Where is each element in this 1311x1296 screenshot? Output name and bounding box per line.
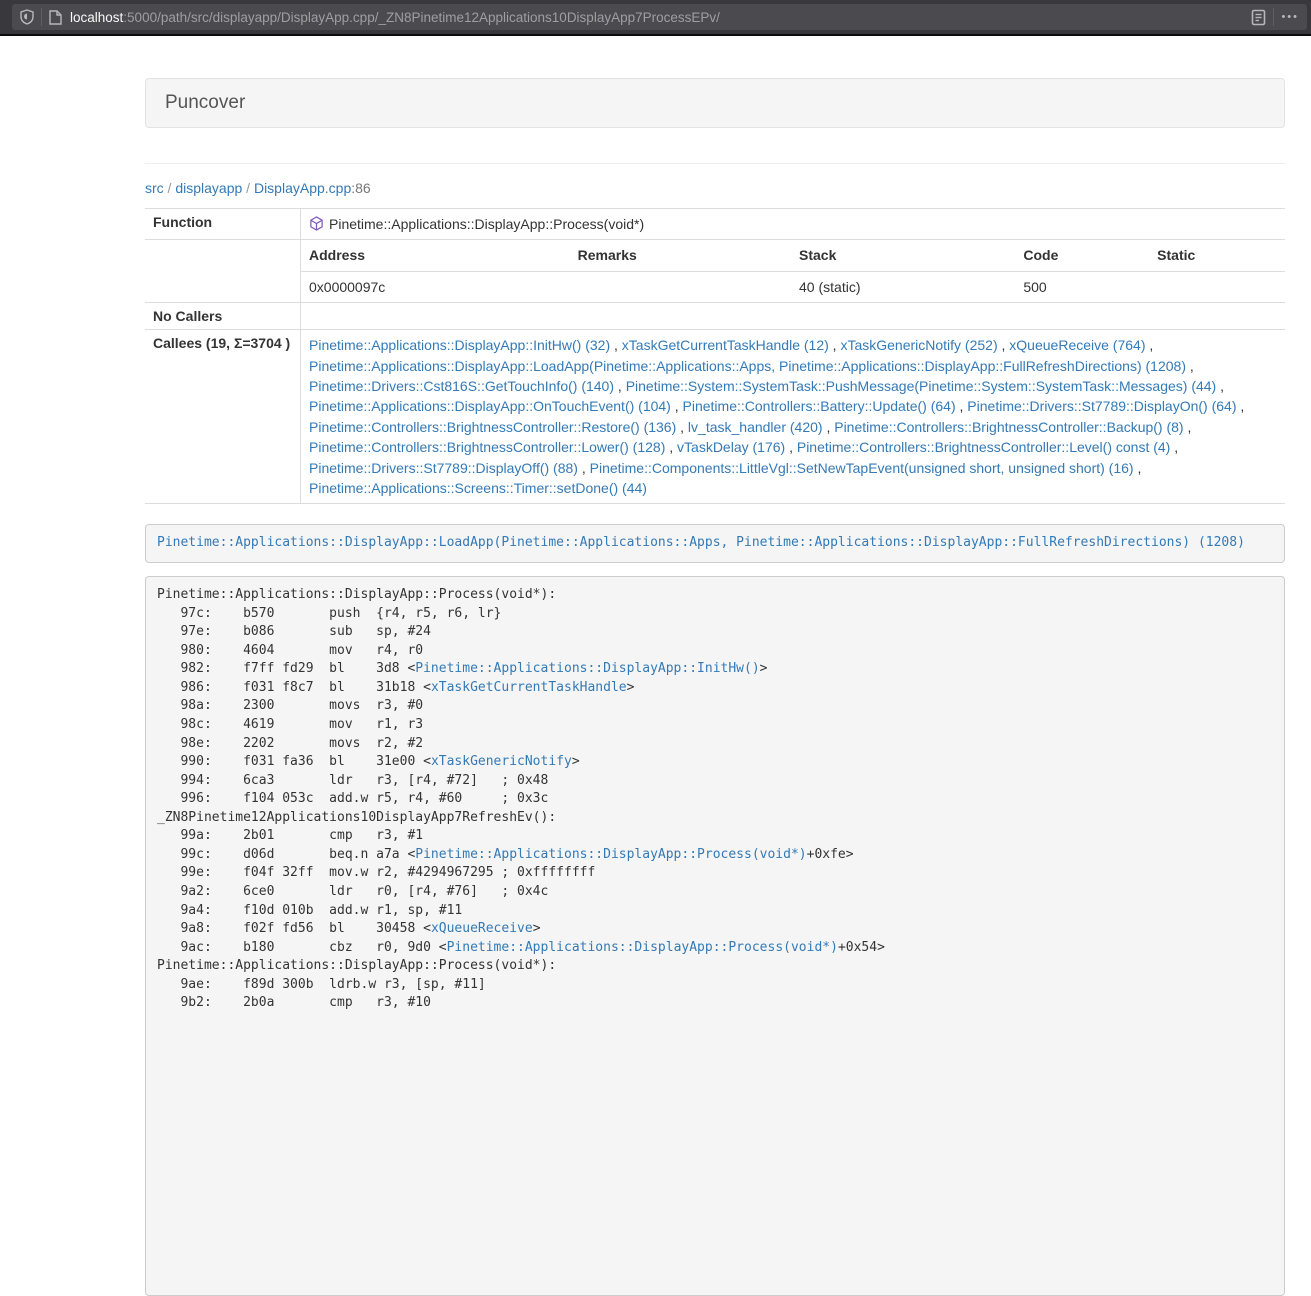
horizontal-divider [145, 163, 1285, 164]
url-bar-divider [41, 8, 42, 26]
breadcrumb-separator: / [242, 180, 254, 196]
stats-value-static [1149, 271, 1285, 302]
package-icon [309, 216, 324, 231]
stats-value-stack: 40 (static) [791, 271, 1015, 302]
callee-separator: , [676, 419, 688, 435]
callee-separator: , [785, 439, 797, 455]
callee-link[interactable]: Pinetime::Controllers::Battery::Update()… [683, 398, 956, 414]
callee-link[interactable]: Pinetime::Drivers::St7789::DisplayOn() (… [967, 398, 1236, 414]
callee-link[interactable]: vTaskDelay (176) [677, 439, 785, 455]
callee-link[interactable]: Pinetime::Controllers::BrightnessControl… [797, 439, 1170, 455]
callee-separator: , [671, 398, 683, 414]
page-title: Puncover [165, 92, 245, 113]
stats-header-remarks: Remarks [570, 240, 791, 271]
callee-separator: , [829, 337, 841, 353]
url-text[interactable]: localhost:5000/path/src/displayapp/Displ… [70, 10, 1251, 25]
url-bar[interactable]: localhost:5000/path/src/displayapp/Displ… [12, 4, 1307, 30]
app-title-panel: Puncover [145, 78, 1285, 128]
page-actions-icon[interactable]: ••• [1281, 11, 1299, 23]
callee-link[interactable]: Pinetime::Applications::DisplayApp::Load… [309, 358, 1186, 374]
callee-separator: , [614, 378, 626, 394]
callee-separator: , [578, 460, 590, 476]
callee-separator: , [610, 337, 622, 353]
stats-value-code: 500 [1015, 271, 1149, 302]
callee-link[interactable]: Pinetime::Applications::DisplayApp::Init… [309, 337, 610, 353]
callee-separator: , [1237, 398, 1245, 414]
shield-icon[interactable] [20, 9, 34, 25]
table-row: Function Pinetime::Applications::Display… [145, 209, 1285, 240]
line-number-suffix: :86 [351, 180, 370, 196]
table-row: Callees (19, Σ=3704 ) Pinetime::Applicat… [145, 330, 1285, 504]
callee-separator: , [956, 398, 968, 414]
empty-label-cell [145, 240, 301, 303]
symbol-link[interactable]: Pinetime::Applications::DisplayApp::Init… [415, 661, 759, 676]
highlighted-symbol-link[interactable]: Pinetime::Applications::DisplayApp::Load… [157, 535, 1245, 550]
callee-link[interactable]: xTaskGenericNotify (252) [840, 337, 997, 353]
stats-value-address: 0x0000097c [301, 271, 570, 302]
breadcrumb-separator: / [164, 180, 176, 196]
url-path[interactable]: :5000/path/src/displayapp/DisplayApp.cpp… [123, 10, 720, 25]
callee-link[interactable]: Pinetime::Components::LittleVgl::SetNewT… [590, 460, 1134, 476]
stats-header-address: Address [301, 240, 570, 271]
symbol-link[interactable]: Pinetime::Applications::DisplayApp::Proc… [415, 847, 806, 862]
breadcrumb: src / displayapp / DisplayApp.cpp:86 [145, 178, 1285, 198]
callee-separator: , [1184, 419, 1192, 435]
page-content: Puncover src / displayapp / DisplayApp.c… [145, 78, 1285, 1296]
callees-label: Callees (19, Σ=3704 ) [145, 330, 301, 504]
callee-separator: , [823, 419, 835, 435]
callee-separator: , [665, 439, 677, 455]
browser-toolbar: localhost:5000/path/src/displayapp/Displ… [0, 0, 1311, 36]
callee-link[interactable]: Pinetime::Controllers::BrightnessControl… [309, 439, 665, 455]
callee-separator: , [1145, 337, 1153, 353]
symbol-link[interactable]: xTaskGenericNotify [431, 754, 572, 769]
callee-separator: , [998, 337, 1010, 353]
callee-separator: , [1170, 439, 1178, 455]
function-table: Function Pinetime::Applications::Display… [145, 208, 1285, 504]
callee-link[interactable]: xQueueReceive (764) [1009, 337, 1145, 353]
stats-header-static: Static [1149, 240, 1285, 271]
url-host[interactable]: localhost [70, 10, 123, 25]
callee-link[interactable]: Pinetime::Controllers::BrightnessControl… [834, 419, 1183, 435]
stats-header-code: Code [1015, 240, 1149, 271]
callee-link[interactable]: Pinetime::Controllers::BrightnessControl… [309, 419, 676, 435]
callee-link[interactable]: Pinetime::System::SystemTask::PushMessag… [626, 378, 1217, 394]
stats-table: Address Remarks Stack Code Static 0x0000… [301, 240, 1285, 302]
breadcrumb-link[interactable]: displayapp [175, 180, 242, 196]
url-bar-divider [1273, 8, 1274, 26]
no-callers-label: No Callers [145, 303, 301, 330]
page-info-icon[interactable] [49, 10, 62, 25]
callee-separator: , [1134, 460, 1142, 476]
breadcrumb-link[interactable]: DisplayApp.cpp [254, 180, 351, 196]
table-row: Address Remarks Stack Code Static 0x0000… [145, 240, 1285, 303]
symbol-link[interactable]: xQueueReceive [431, 921, 533, 936]
stats-value-remarks [570, 271, 791, 302]
callee-link[interactable]: lv_task_handler (420) [688, 419, 823, 435]
breadcrumb-link[interactable]: src [145, 180, 164, 196]
highlighted-symbol-box: Pinetime::Applications::DisplayApp::Load… [145, 524, 1285, 563]
stats-header-stack: Stack [791, 240, 1015, 271]
stats-row: 0x0000097c 40 (static) 500 [301, 271, 1285, 302]
symbol-link[interactable]: Pinetime::Applications::DisplayApp::Proc… [447, 940, 838, 955]
callee-link[interactable]: xTaskGetCurrentTaskHandle (12) [622, 337, 829, 353]
table-row: No Callers [145, 303, 1285, 330]
callee-separator: , [1216, 378, 1224, 394]
callee-link[interactable]: Pinetime::Drivers::St7789::DisplayOff() … [309, 460, 578, 476]
callee-separator: , [1186, 358, 1194, 374]
function-label: Function [145, 209, 301, 240]
callee-link[interactable]: Pinetime::Drivers::Cst816S::GetTouchInfo… [309, 378, 614, 394]
callee-link[interactable]: Pinetime::Applications::DisplayApp::OnTo… [309, 398, 671, 414]
disassembly: Pinetime::Applications::DisplayApp::Proc… [145, 576, 1285, 1296]
callee-link[interactable]: Pinetime::Applications::Screens::Timer::… [309, 480, 647, 496]
function-name: Pinetime::Applications::DisplayApp::Proc… [329, 216, 644, 232]
reader-mode-icon[interactable] [1251, 9, 1266, 26]
callees-list: Pinetime::Applications::DisplayApp::Init… [301, 330, 1286, 504]
symbol-link[interactable]: xTaskGetCurrentTaskHandle [431, 680, 627, 695]
